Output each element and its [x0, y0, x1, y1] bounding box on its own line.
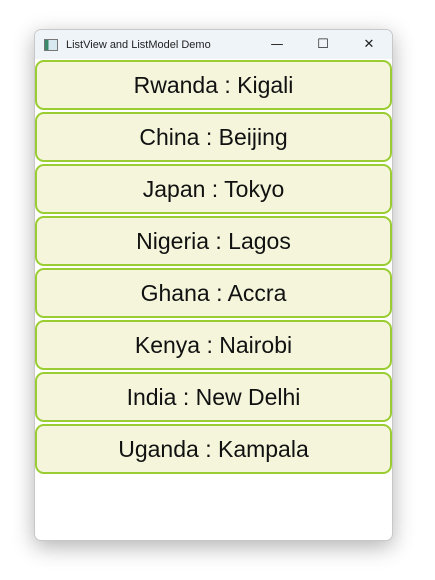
- list-item[interactable]: India : New Delhi: [35, 372, 392, 422]
- minimize-button[interactable]: —: [254, 30, 300, 59]
- list-item[interactable]: Nigeria : Lagos: [35, 216, 392, 266]
- list-item[interactable]: Kenya : Nairobi: [35, 320, 392, 370]
- app-window: ListView and ListModel Demo — ☐ ✕ Rwanda…: [34, 29, 393, 541]
- close-button[interactable]: ✕: [346, 30, 392, 59]
- list-item[interactable]: Uganda : Kampala: [35, 424, 392, 474]
- app-icon: [44, 38, 58, 51]
- list-item[interactable]: Japan : Tokyo: [35, 164, 392, 214]
- window-title: ListView and ListModel Demo: [66, 38, 211, 51]
- maximize-button[interactable]: ☐: [300, 30, 346, 59]
- list-item[interactable]: Rwanda : Kigali: [35, 60, 392, 110]
- title-bar[interactable]: ListView and ListModel Demo — ☐ ✕: [35, 30, 392, 59]
- country-list[interactable]: Rwanda : Kigali China : Beijing Japan : To…: [35, 60, 392, 474]
- list-item[interactable]: China : Beijing: [35, 112, 392, 162]
- list-item[interactable]: Ghana : Accra: [35, 268, 392, 318]
